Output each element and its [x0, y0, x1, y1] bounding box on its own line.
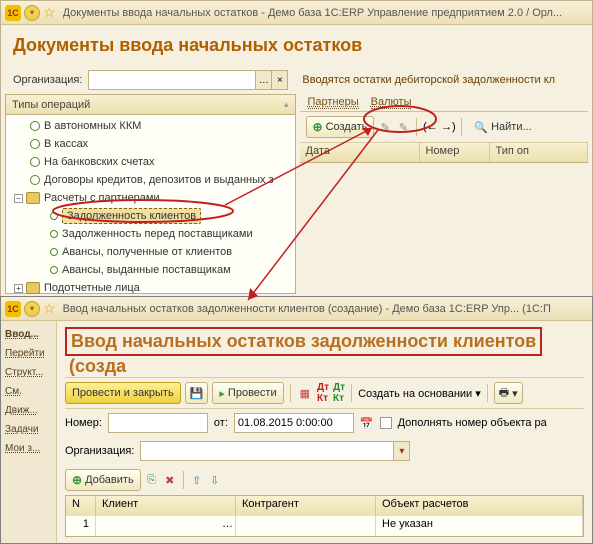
tree-item-selected[interactable]: Задолженность клиентов	[6, 207, 295, 225]
client-cell[interactable]: …	[96, 516, 236, 536]
ledger-button[interactable]: ▦	[297, 382, 313, 404]
org-label: Организация:	[13, 74, 82, 86]
col-client[interactable]: Клиент	[96, 496, 236, 516]
window2-titlebar: 1C ▾ ☆ Ввод начальных остатков задолженн…	[1, 297, 592, 321]
grid-row[interactable]: 1 … Не указан	[66, 516, 583, 536]
save-button[interactable]: 💾	[185, 382, 209, 404]
filter-description: Вводятся остатки дебиторской задолженнос…	[302, 74, 555, 86]
org-input[interactable]: … ×	[88, 70, 288, 90]
tree-item[interactable]: В автономных ККМ	[6, 117, 295, 135]
tab-currencies[interactable]: Валюты	[371, 96, 412, 109]
collapse-icon[interactable]: −	[14, 194, 23, 203]
nav-back-icon[interactable]: (←	[423, 120, 437, 134]
line-items-grid[interactable]: N Клиент Контрагент Объект расчетов 1 … …	[65, 495, 584, 537]
window2-page-title: Ввод начальных остатков задолженности кл…	[65, 327, 542, 356]
dropdown-icon[interactable]: ▾	[24, 301, 40, 317]
sidebar: Ввод... Перейти Структ... См. Движ... За…	[1, 321, 57, 543]
tree-item[interactable]: Авансы, выданные поставщикам	[6, 261, 295, 279]
app-logo-icon: 1C	[5, 5, 21, 21]
list-header: Дата Номер Тип оп	[300, 143, 589, 163]
fill-number-label: Дополнять номер объекта ра	[398, 417, 547, 429]
nav-fwd-icon[interactable]: →)	[441, 120, 455, 134]
page-title: Документы ввода начальных остатков	[1, 25, 592, 66]
sidebar-item[interactable]: Задачи	[5, 424, 52, 435]
calendar-icon[interactable]: 📅	[360, 417, 374, 430]
expand-icon[interactable]: +	[14, 284, 23, 293]
sidebar-item[interactable]: Структ...	[5, 367, 52, 378]
folder-icon	[26, 192, 40, 204]
dropdown-icon[interactable]: ▾	[24, 5, 40, 21]
copy-icon[interactable]: ✎	[378, 120, 392, 134]
create-button[interactable]: ⊕Создать	[306, 116, 375, 138]
tab-partners[interactable]: Партнеры	[308, 96, 359, 109]
copy-row-icon[interactable]: ⎘	[145, 473, 159, 487]
search-icon: 🔍	[474, 121, 488, 134]
input-ellipsis-icon[interactable]: …	[255, 71, 271, 89]
print-button[interactable]: 🖶▾	[494, 382, 523, 404]
app-logo-icon: 1C	[5, 301, 21, 317]
input-clear-icon[interactable]: ×	[271, 71, 287, 89]
window1-titlebar: 1C ▾ ☆ Документы ввода начальных остатко…	[1, 1, 592, 25]
folder-icon	[26, 282, 40, 294]
org-select[interactable]: ▾	[140, 441, 410, 461]
add-button[interactable]: ⊕Добавить	[65, 469, 141, 491]
star-icon[interactable]: ☆	[43, 300, 56, 317]
sidebar-item[interactable]: Мои з...	[5, 443, 52, 454]
fill-number-checkbox[interactable]	[380, 417, 392, 429]
tree-item[interactable]: Договоры кредитов, депозитов и выданных …	[6, 171, 295, 189]
col-date[interactable]: Дата	[300, 143, 420, 162]
create-based-button[interactable]: Создать на основании ▾	[358, 387, 481, 400]
plus-icon: ⊕	[72, 473, 82, 487]
dt-green-icon[interactable]: ДтКт	[333, 382, 345, 404]
col-counterparty[interactable]: Контрагент	[236, 496, 376, 516]
date-input[interactable]: 01.08.2015 0:00:00	[234, 413, 354, 433]
save-icon: 💾	[190, 387, 204, 400]
delete-row-icon[interactable]: ✖	[163, 473, 177, 487]
tree-group[interactable]: +Подотчетные лица	[6, 279, 295, 297]
operation-types-tree[interactable]: Типы операций ▴ В автономных ККМ В касса…	[5, 94, 296, 294]
sidebar-item[interactable]: Движ...	[5, 405, 52, 416]
post-icon: ▸	[219, 387, 225, 400]
window1-title: Документы ввода начальных остатков - Дем…	[63, 7, 588, 19]
from-label: от:	[214, 417, 228, 429]
window2-page-title-suffix: (созда	[65, 352, 126, 386]
sidebar-item[interactable]: См.	[5, 386, 52, 397]
post-button[interactable]: ▸Провести	[212, 382, 283, 404]
ledger-icon: ▦	[300, 387, 310, 400]
number-input[interactable]	[108, 413, 208, 433]
org-label: Организация:	[65, 445, 134, 457]
dropdown-icon[interactable]: ▾	[393, 442, 409, 460]
move-down-icon[interactable]: ⇩	[208, 473, 222, 487]
col-type[interactable]: Тип оп	[490, 143, 589, 162]
col-object[interactable]: Объект расчетов	[376, 496, 583, 516]
tree-item[interactable]: Задолженность перед поставщиками	[6, 225, 295, 243]
tree-item[interactable]: В кассах	[6, 135, 295, 153]
dt-icon[interactable]: ДтКт	[317, 382, 329, 404]
tree-item[interactable]: На банковских счетах	[6, 153, 295, 171]
star-icon[interactable]: ☆	[43, 4, 56, 21]
post-and-close-button[interactable]: Провести и закрыть	[65, 382, 181, 404]
edit-icon[interactable]: ✎	[396, 120, 410, 134]
tree-header[interactable]: Типы операций ▴	[6, 95, 295, 115]
col-n[interactable]: N	[66, 496, 96, 516]
col-number[interactable]: Номер	[420, 143, 490, 162]
page-title-row: Ввод начальных остатков задолженности кл…	[65, 327, 584, 377]
sidebar-item[interactable]: Перейти	[5, 348, 52, 359]
window2: 1C ▾ ☆ Ввод начальных остатков задолженн…	[0, 296, 593, 544]
print-icon: 🖶	[499, 384, 509, 403]
sidebar-item[interactable]: Ввод...	[5, 329, 52, 340]
find-button[interactable]: 🔍Найти...	[468, 116, 537, 138]
plus-icon: ⊕	[313, 120, 323, 134]
move-up-icon[interactable]: ⇧	[190, 473, 204, 487]
window2-title: Ввод начальных остатков задолженности кл…	[63, 303, 588, 315]
tree-group[interactable]: −Расчеты с партнерами	[6, 189, 295, 207]
sort-icon[interactable]: ▴	[284, 99, 289, 110]
number-label: Номер:	[65, 417, 102, 429]
tree-item[interactable]: Авансы, полученные от клиентов	[6, 243, 295, 261]
